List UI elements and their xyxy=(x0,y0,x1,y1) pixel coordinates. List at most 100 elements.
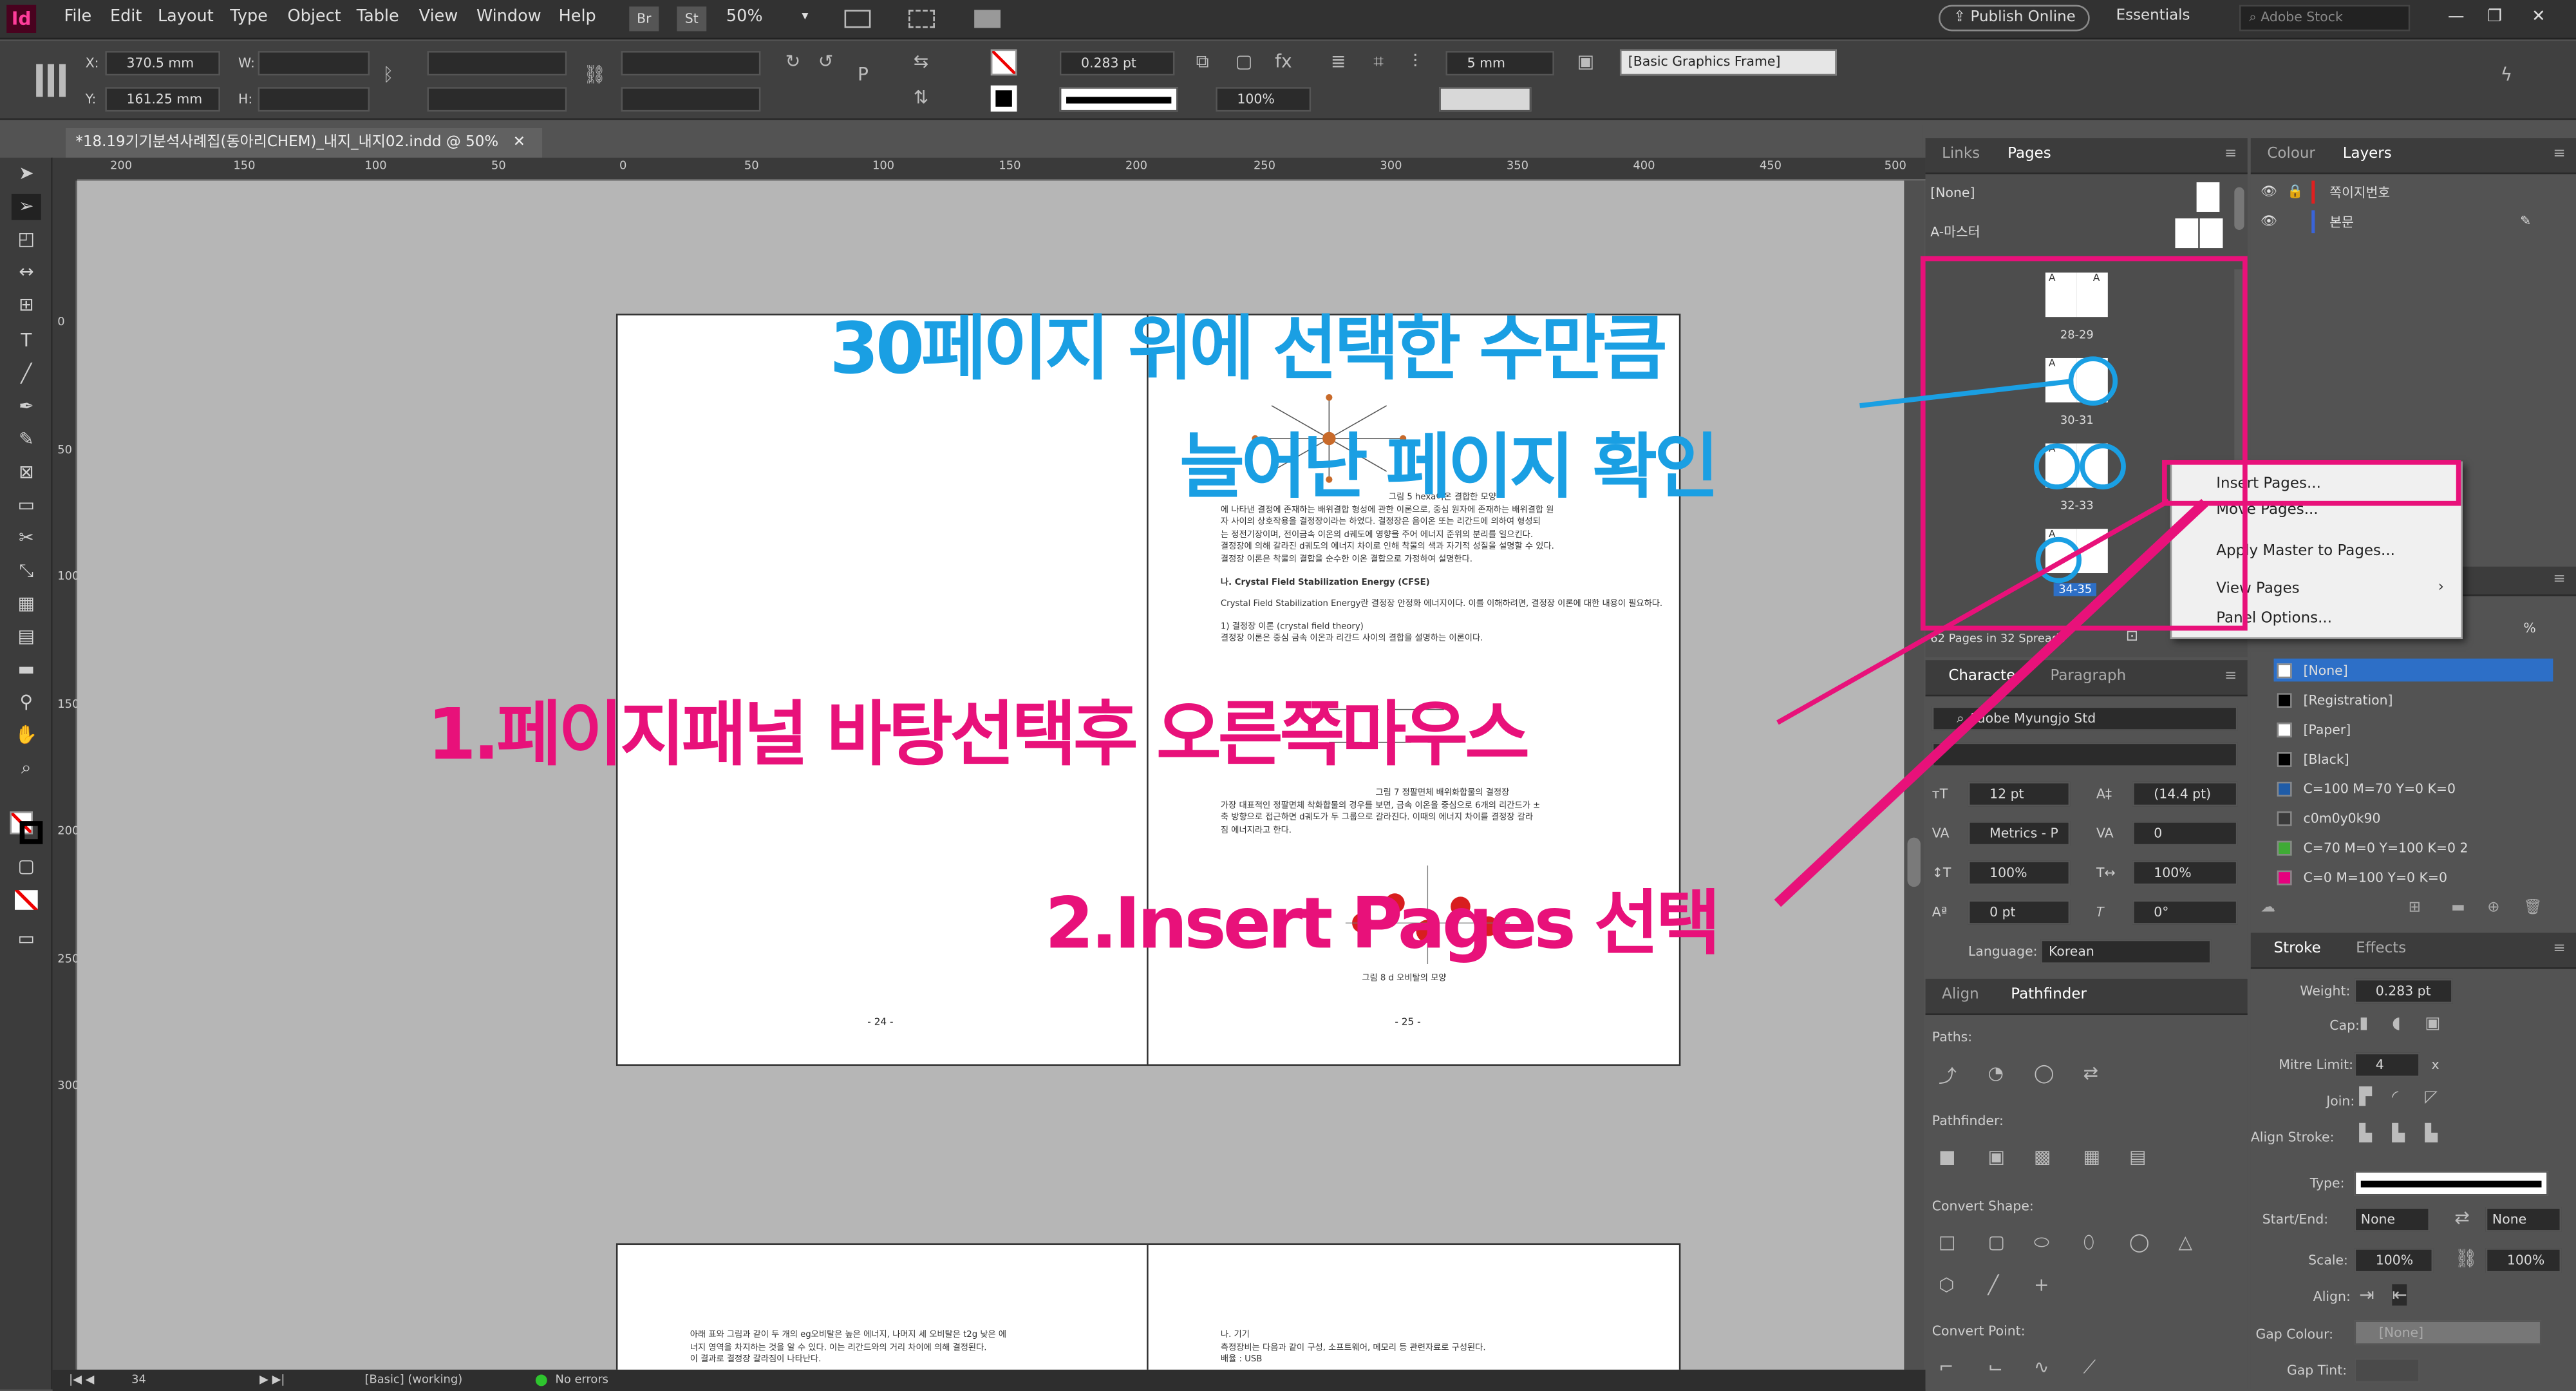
ruler-origin[interactable] xyxy=(52,157,77,181)
exclude-overlap-icon[interactable]: ▦ xyxy=(2083,1146,2101,1168)
butt-cap-icon[interactable]: ▮ xyxy=(2359,1015,2368,1033)
symmetrical-point-icon[interactable]: ⟋ xyxy=(2083,1356,2096,1379)
shear-field[interactable] xyxy=(621,87,761,112)
close-path-icon[interactable]: ◯ xyxy=(2034,1063,2054,1084)
effects-icon[interactable]: fx xyxy=(1275,51,1292,72)
round-join-icon[interactable]: ◜ xyxy=(2392,1089,2398,1107)
content-collector-icon[interactable]: ⊞ xyxy=(12,292,41,319)
link-icon[interactable]: ⛓ xyxy=(583,64,606,85)
menu-window[interactable]: Window xyxy=(476,8,541,26)
rotate-ccw-icon[interactable]: ↺ xyxy=(818,51,834,72)
reference-point-icon[interactable] xyxy=(36,64,70,97)
bridge-button[interactable]: Br xyxy=(629,6,659,32)
rectangle-shape-icon[interactable]: □ xyxy=(1939,1232,1956,1253)
tracking-field[interactable]: 0 xyxy=(2132,821,2238,846)
first-page-icon[interactable]: |◀ ◀ xyxy=(69,1373,94,1386)
triangle-icon[interactable]: △ xyxy=(2179,1232,2193,1253)
rotation-field[interactable] xyxy=(621,51,761,76)
tab-pathfinder[interactable]: Pathfinder xyxy=(2011,987,2087,1004)
panel-menu-icon[interactable]: ≡ xyxy=(2553,146,2565,163)
horizontal-scale-field[interactable]: 100% xyxy=(2132,860,2238,885)
folder-icon[interactable]: ▬ xyxy=(2451,900,2465,917)
tab-paragraph[interactable]: Paragraph xyxy=(2051,668,2127,685)
swatch-name[interactable]: C=0 M=100 Y=0 K=0 xyxy=(2303,871,2447,885)
flip-vertical-icon[interactable]: ⇅ xyxy=(914,87,929,108)
select-content-icon[interactable]: P xyxy=(858,64,869,85)
menu-type[interactable]: Type xyxy=(230,8,268,26)
master-none-thumb[interactable] xyxy=(2196,182,2220,212)
smooth-point-icon[interactable]: ∿ xyxy=(2034,1356,2049,1377)
tab-pages[interactable]: Pages xyxy=(2007,146,2051,163)
gap-colour-select[interactable]: [None] xyxy=(2354,1320,2542,1345)
publish-online-button[interactable]: ⇪ Publish Online xyxy=(1939,5,2091,32)
restore-icon[interactable]: ❐ xyxy=(2487,8,2502,26)
miter-join-icon[interactable]: ▛ xyxy=(2359,1089,2372,1107)
swatch-name[interactable]: C=70 M=0 Y=100 K=0 2 xyxy=(2303,841,2468,856)
close-icon[interactable]: ✕ xyxy=(2532,8,2545,26)
master-a-thumb-left[interactable] xyxy=(2175,218,2199,249)
line-tool-icon[interactable]: ╱ xyxy=(12,361,41,388)
free-transform-tool-icon[interactable]: ⤡ xyxy=(12,558,41,585)
stroke-type-select[interactable] xyxy=(1059,87,1178,112)
layer-name[interactable]: 쪽이지번호 xyxy=(2329,184,2390,202)
close-tab-icon[interactable]: ✕ xyxy=(513,135,525,151)
menu-layout[interactable]: Layout xyxy=(158,8,214,26)
preflight-status[interactable]: No errors xyxy=(555,1373,608,1386)
panel-menu-icon[interactable]: ≡ xyxy=(2224,146,2237,163)
swap-arrows-icon[interactable]: ⇄ xyxy=(2454,1207,2470,1228)
tab-align[interactable]: Align xyxy=(1942,987,1979,1004)
visibility-eye-icon[interactable]: 👁 xyxy=(2261,184,2277,199)
align-center-icon[interactable]: ▙ xyxy=(2359,1125,2372,1143)
document-tab[interactable]: *18.19기기분석사례집(동아리CHEM)_내지_내지02.indd @ 50… xyxy=(66,128,543,158)
text-wrap-icon[interactable]: ≣ xyxy=(1331,51,1346,72)
bevel-join-icon[interactable]: ◸ xyxy=(2425,1089,2438,1107)
zoom-level[interactable]: 50% xyxy=(726,8,763,26)
page-tool-icon[interactable]: ◰ xyxy=(12,227,41,253)
tab-stroke[interactable]: Stroke xyxy=(2274,941,2321,958)
swatch-name[interactable]: [None] xyxy=(2303,663,2347,678)
flip-horizontal-icon[interactable]: ⇆ xyxy=(914,51,929,72)
panel-menu-icon[interactable]: ≡ xyxy=(2224,668,2237,685)
formatting-affects-container-icon[interactable]: ▢ xyxy=(12,854,41,880)
round-cap-icon[interactable]: ◖ xyxy=(2392,1015,2400,1033)
join-path-icon[interactable]: ⤴ xyxy=(1939,1063,1957,1089)
arrange-documents-icon[interactable] xyxy=(974,10,1001,28)
lightning-icon[interactable]: ϟ xyxy=(2501,64,2513,85)
selection-tool-icon[interactable]: ➤ xyxy=(12,161,41,187)
stroke-weight-field[interactable]: 0.283 pt xyxy=(2354,978,2453,1004)
scissors-tool-icon[interactable]: ✂ xyxy=(12,525,41,552)
tab-colour[interactable]: Colour xyxy=(2267,146,2315,163)
gradient-feather-tool-icon[interactable]: ▤ xyxy=(12,624,41,650)
master-none[interactable]: [None] xyxy=(1930,185,1975,200)
master-a[interactable]: A-마스터 xyxy=(1930,223,1980,241)
new-swatch-icon[interactable]: ⊕ xyxy=(2487,900,2499,917)
minimize-icon[interactable]: — xyxy=(2448,8,2465,26)
line-shape-icon[interactable]: ╱ xyxy=(1988,1274,1999,1296)
gap-tool-icon[interactable]: ↔ xyxy=(12,260,41,286)
rectangle-frame-tool-icon[interactable]: ⊠ xyxy=(12,460,41,486)
tab-layers[interactable]: Layers xyxy=(2343,146,2392,163)
subtract-icon[interactable]: ▣ xyxy=(1988,1146,2006,1168)
frame-fill-preview[interactable] xyxy=(1439,87,1532,112)
reverse-path-icon[interactable]: ⇄ xyxy=(2083,1063,2099,1084)
new-color-group-icon[interactable]: ⊞ xyxy=(2409,900,2421,917)
eyedropper-tool-icon[interactable]: ⚲ xyxy=(12,690,41,716)
view-options-icon[interactable] xyxy=(908,10,935,28)
rounded-rectangle-icon[interactable]: ▢ xyxy=(1988,1232,2006,1253)
rotate-cw-icon[interactable]: ↻ xyxy=(785,51,801,72)
swatch-name[interactable]: [Registration] xyxy=(2303,693,2393,708)
stroke-type-select[interactable] xyxy=(2354,1171,2548,1196)
inverse-rounded-icon[interactable]: ⬯ xyxy=(2083,1232,2095,1255)
cloud-icon[interactable]: ☁ xyxy=(2261,900,2275,917)
end-scale-field[interactable]: 100% xyxy=(2485,1248,2562,1273)
menu-help[interactable]: Help xyxy=(559,8,596,26)
w-field[interactable] xyxy=(258,51,370,76)
stroke-swatch[interactable] xyxy=(990,85,1017,112)
link-icon[interactable]: ⛓ xyxy=(2454,1248,2477,1269)
end-select[interactable]: None xyxy=(2485,1207,2562,1232)
plain-point-icon[interactable]: ⌐ xyxy=(1939,1356,1954,1377)
visibility-eye-icon[interactable]: 👁 xyxy=(2261,214,2277,229)
swatch-name[interactable]: C=100 M=70 Y=0 K=0 xyxy=(2303,782,2456,797)
gap-field[interactable]: 5 mm xyxy=(1445,51,1554,76)
bevel-rectangle-icon[interactable]: ⬭ xyxy=(2034,1232,2049,1255)
